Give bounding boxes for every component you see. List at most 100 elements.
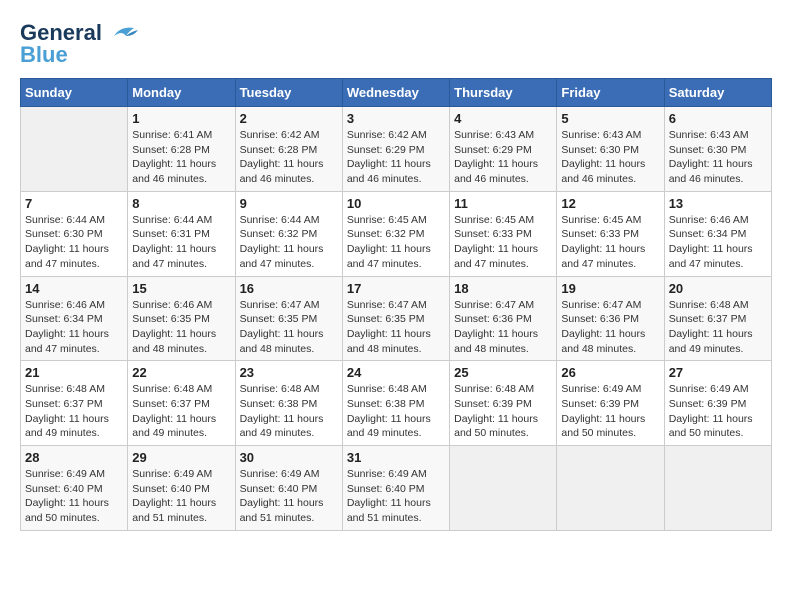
weekday-header-saturday: Saturday <box>664 79 771 107</box>
day-number: 24 <box>347 365 445 380</box>
day-info: Sunrise: 6:49 AMSunset: 6:40 PMDaylight:… <box>240 467 338 526</box>
day-info: Sunrise: 6:48 AMSunset: 6:39 PMDaylight:… <box>454 382 552 441</box>
day-info: Sunrise: 6:46 AMSunset: 6:35 PMDaylight:… <box>132 298 230 357</box>
calendar-cell: 23 Sunrise: 6:48 AMSunset: 6:38 PMDayligh… <box>235 361 342 446</box>
calendar-cell: 10 Sunrise: 6:45 AMSunset: 6:32 PMDayligh… <box>342 191 449 276</box>
calendar-cell: 14 Sunrise: 6:46 AMSunset: 6:34 PMDayligh… <box>21 276 128 361</box>
page-header: General Blue <box>20 20 772 68</box>
day-number: 17 <box>347 281 445 296</box>
day-info: Sunrise: 6:47 AMSunset: 6:36 PMDaylight:… <box>561 298 659 357</box>
day-info: Sunrise: 6:47 AMSunset: 6:36 PMDaylight:… <box>454 298 552 357</box>
logo-bird-icon <box>106 22 138 44</box>
calendar-cell: 30 Sunrise: 6:49 AMSunset: 6:40 PMDayligh… <box>235 446 342 531</box>
calendar-cell: 1 Sunrise: 6:41 AMSunset: 6:28 PMDaylight… <box>128 107 235 192</box>
calendar-cell: 17 Sunrise: 6:47 AMSunset: 6:35 PMDayligh… <box>342 276 449 361</box>
day-number: 15 <box>132 281 230 296</box>
day-info: Sunrise: 6:47 AMSunset: 6:35 PMDaylight:… <box>347 298 445 357</box>
calendar-week-4: 21Sunrise: 6:48 AMSunset: 6:37 PMDayligh… <box>21 361 772 446</box>
day-info: Sunrise: 6:41 AMSunset: 6:28 PMDaylight:… <box>132 128 230 187</box>
calendar-cell: 8 Sunrise: 6:44 AMSunset: 6:31 PMDaylight… <box>128 191 235 276</box>
weekday-header-monday: Monday <box>128 79 235 107</box>
day-number: 3 <box>347 111 445 126</box>
day-info: Sunrise: 6:43 AMSunset: 6:29 PMDaylight:… <box>454 128 552 187</box>
day-number: 6 <box>669 111 767 126</box>
day-number: 9 <box>240 196 338 211</box>
weekday-header-friday: Friday <box>557 79 664 107</box>
day-info: Sunrise: 6:45 AMSunset: 6:33 PMDaylight:… <box>561 213 659 272</box>
day-number: 29 <box>132 450 230 465</box>
day-info: Sunrise: 6:49 AMSunset: 6:40 PMDaylight:… <box>347 467 445 526</box>
calendar-cell: 25 Sunrise: 6:48 AMSunset: 6:39 PMDayligh… <box>450 361 557 446</box>
day-number: 23 <box>240 365 338 380</box>
calendar-week-5: 28 Sunrise: 6:49 AMSunset: 6:40 PMDayligh… <box>21 446 772 531</box>
day-info: Sunrise: 6:43 AMSunset: 6:30 PMDaylight:… <box>561 128 659 187</box>
calendar-cell: 6 Sunrise: 6:43 AMSunset: 6:30 PMDaylight… <box>664 107 771 192</box>
day-number: 10 <box>347 196 445 211</box>
day-number: 13 <box>669 196 767 211</box>
day-info: Sunrise: 6:43 AMSunset: 6:30 PMDaylight:… <box>669 128 767 187</box>
day-number: 28 <box>25 450 123 465</box>
calendar-cell: 4 Sunrise: 6:43 AMSunset: 6:29 PMDaylight… <box>450 107 557 192</box>
day-number: 11 <box>454 196 552 211</box>
weekday-header-thursday: Thursday <box>450 79 557 107</box>
day-info: Sunrise: 6:49 AMSunset: 6:40 PMDaylight:… <box>132 467 230 526</box>
day-number: 20 <box>669 281 767 296</box>
calendar-cell: 16Sunrise: 6:47 AMSunset: 6:35 PMDayligh… <box>235 276 342 361</box>
day-info: Sunrise: 6:48 AMSunset: 6:37 PMDaylight:… <box>25 382 123 441</box>
day-info: Sunrise: 6:44 AMSunset: 6:31 PMDaylight:… <box>132 213 230 272</box>
day-number: 19 <box>561 281 659 296</box>
calendar-week-2: 7 Sunrise: 6:44 AMSunset: 6:30 PMDaylight… <box>21 191 772 276</box>
calendar-cell: 28 Sunrise: 6:49 AMSunset: 6:40 PMDayligh… <box>21 446 128 531</box>
day-info: Sunrise: 6:49 AMSunset: 6:39 PMDaylight:… <box>561 382 659 441</box>
day-info: Sunrise: 6:48 AMSunset: 6:37 PMDaylight:… <box>669 298 767 357</box>
day-info: Sunrise: 6:48 AMSunset: 6:38 PMDaylight:… <box>347 382 445 441</box>
day-number: 1 <box>132 111 230 126</box>
day-number: 22 <box>132 365 230 380</box>
calendar-cell: 9 Sunrise: 6:44 AMSunset: 6:32 PMDaylight… <box>235 191 342 276</box>
day-info: Sunrise: 6:46 AMSunset: 6:34 PMDaylight:… <box>669 213 767 272</box>
day-info: Sunrise: 6:46 AMSunset: 6:34 PMDaylight:… <box>25 298 123 357</box>
day-info: Sunrise: 6:49 AMSunset: 6:39 PMDaylight:… <box>669 382 767 441</box>
calendar-cell: 21Sunrise: 6:48 AMSunset: 6:37 PMDayligh… <box>21 361 128 446</box>
day-info: Sunrise: 6:45 AMSunset: 6:33 PMDaylight:… <box>454 213 552 272</box>
calendar-cell <box>450 446 557 531</box>
day-number: 30 <box>240 450 338 465</box>
day-number: 16 <box>240 281 338 296</box>
day-info: Sunrise: 6:42 AMSunset: 6:29 PMDaylight:… <box>347 128 445 187</box>
day-number: 26 <box>561 365 659 380</box>
calendar-week-3: 14 Sunrise: 6:46 AMSunset: 6:34 PMDayligh… <box>21 276 772 361</box>
calendar-table: SundayMondayTuesdayWednesdayThursdayFrid… <box>20 78 772 531</box>
day-number: 2 <box>240 111 338 126</box>
calendar-cell: 31 Sunrise: 6:49 AMSunset: 6:40 PMDayligh… <box>342 446 449 531</box>
day-number: 7 <box>25 196 123 211</box>
day-info: Sunrise: 6:49 AMSunset: 6:40 PMDaylight:… <box>25 467 123 526</box>
calendar-cell: 22Sunrise: 6:48 AMSunset: 6:37 PMDayligh… <box>128 361 235 446</box>
logo-text-blue: Blue <box>20 42 68 68</box>
calendar-cell: 5 Sunrise: 6:43 AMSunset: 6:30 PMDaylight… <box>557 107 664 192</box>
day-number: 4 <box>454 111 552 126</box>
calendar-cell: 3 Sunrise: 6:42 AMSunset: 6:29 PMDaylight… <box>342 107 449 192</box>
calendar-week-1: 1 Sunrise: 6:41 AMSunset: 6:28 PMDaylight… <box>21 107 772 192</box>
weekday-header-row: SundayMondayTuesdayWednesdayThursdayFrid… <box>21 79 772 107</box>
day-number: 25 <box>454 365 552 380</box>
calendar-cell: 13 Sunrise: 6:46 AMSunset: 6:34 PMDayligh… <box>664 191 771 276</box>
day-number: 12 <box>561 196 659 211</box>
calendar-cell: 18Sunrise: 6:47 AMSunset: 6:36 PMDayligh… <box>450 276 557 361</box>
calendar-cell: 7 Sunrise: 6:44 AMSunset: 6:30 PMDaylight… <box>21 191 128 276</box>
day-number: 8 <box>132 196 230 211</box>
weekday-header-wednesday: Wednesday <box>342 79 449 107</box>
day-info: Sunrise: 6:42 AMSunset: 6:28 PMDaylight:… <box>240 128 338 187</box>
day-info: Sunrise: 6:48 AMSunset: 6:38 PMDaylight:… <box>240 382 338 441</box>
calendar-cell: 2 Sunrise: 6:42 AMSunset: 6:28 PMDaylight… <box>235 107 342 192</box>
day-info: Sunrise: 6:45 AMSunset: 6:32 PMDaylight:… <box>347 213 445 272</box>
calendar-cell: 12 Sunrise: 6:45 AMSunset: 6:33 PMDayligh… <box>557 191 664 276</box>
day-info: Sunrise: 6:44 AMSunset: 6:32 PMDaylight:… <box>240 213 338 272</box>
calendar-cell <box>557 446 664 531</box>
day-number: 5 <box>561 111 659 126</box>
day-number: 31 <box>347 450 445 465</box>
day-number: 14 <box>25 281 123 296</box>
day-info: Sunrise: 6:44 AMSunset: 6:30 PMDaylight:… <box>25 213 123 272</box>
calendar-cell: 15 Sunrise: 6:46 AMSunset: 6:35 PMDayligh… <box>128 276 235 361</box>
calendar-cell: 27Sunrise: 6:49 AMSunset: 6:39 PMDayligh… <box>664 361 771 446</box>
calendar-cell: 19 Sunrise: 6:47 AMSunset: 6:36 PMDayligh… <box>557 276 664 361</box>
